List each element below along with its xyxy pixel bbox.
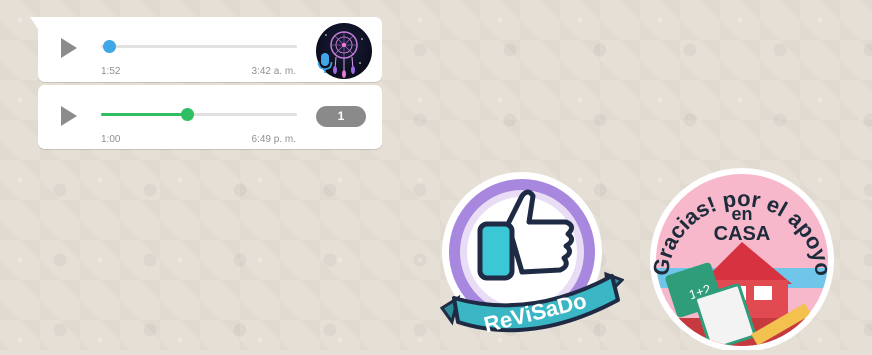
audio-progress-track[interactable] (101, 40, 297, 53)
revisado-thumbs-up-sticker[interactable]: ReViSaDo (436, 170, 625, 350)
sticker-text-casa: CASA (714, 223, 771, 245)
play-button[interactable] (60, 105, 80, 127)
message-timestamp: 6:49 p. m. (251, 134, 296, 145)
gracias-sticker-art: 1+2 Gracias! por el apoyo en CASA (648, 168, 836, 352)
play-icon (61, 106, 77, 126)
audio-progress-track[interactable] (101, 108, 297, 121)
gracias-apoyo-sticker[interactable]: 1+2 Gracias! por el apoyo en CASA (642, 168, 842, 352)
voice-duration: 1:00 (101, 134, 121, 145)
message-timestamp: 3:42 a. m. (251, 66, 296, 77)
audio-progress-fill (101, 113, 188, 116)
thumbs-up-sticker-art: ReViSaDo (439, 172, 625, 337)
microphone-icon (317, 53, 333, 73)
sticker-text-en: en (731, 204, 752, 224)
voice-duration: 1:52 (101, 66, 121, 77)
audio-scrubber-thumb[interactable] (181, 108, 195, 121)
voice-message-1[interactable]: 1:52 3:42 a. m. (30, 17, 382, 82)
audio-scrubber-thumb[interactable] (102, 40, 116, 53)
play-icon (61, 38, 77, 58)
voice-message-2[interactable]: 1:00 6:49 p. m. 1 (38, 85, 382, 149)
play-button[interactable] (60, 37, 80, 59)
playback-speed-button[interactable]: 1 (316, 106, 366, 127)
